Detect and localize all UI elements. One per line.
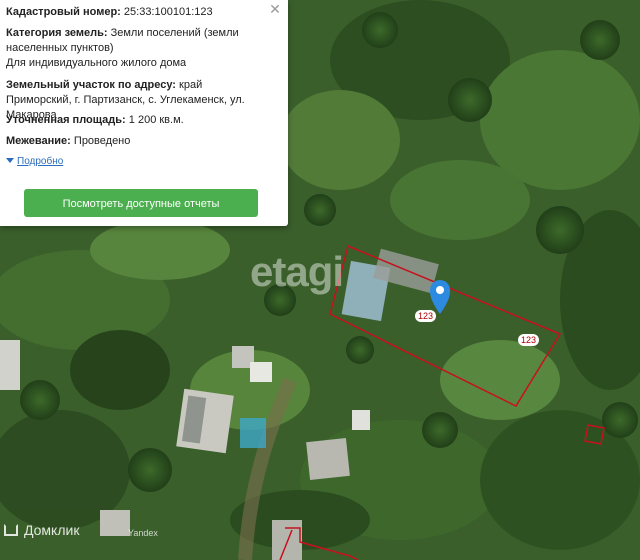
survey-row: Межевание: Проведено: [6, 134, 268, 149]
land-category-row: Категория земель: Земли поселений (земли…: [6, 26, 268, 71]
brand-name: Домклик: [24, 522, 80, 538]
more-details-label: Подробно: [17, 156, 64, 167]
parcel-label[interactable]: 123: [518, 334, 540, 346]
chevron-down-icon: [6, 158, 14, 163]
cadastral-value: 25:33:100101:123: [123, 6, 213, 18]
view-reports-button[interactable]: Посмотреть доступные отчеты: [24, 189, 258, 217]
parcel-label[interactable]: 123: [415, 310, 437, 322]
address-label: Земельный участок по адресу:: [6, 79, 176, 91]
area-label: Уточненная площадь:: [6, 114, 126, 126]
map-provider: Yandex: [128, 528, 158, 538]
area-value: 1 200 кв.м.: [128, 114, 184, 126]
house-icon: [4, 524, 18, 536]
survey-value: Проведено: [73, 135, 131, 147]
close-icon[interactable]: ✕: [268, 2, 282, 16]
watermark: etagi: [250, 248, 344, 295]
cadastral-number-row: Кадастровый номер: 25:33:100101:123: [6, 5, 268, 20]
area-row: Уточненная площадь: 1 200 кв.м.: [6, 113, 268, 128]
more-details-link[interactable]: Подробно: [6, 156, 63, 167]
category-label: Категория земель:: [6, 27, 108, 39]
cadastral-info-popup: ✕ Кадастровый номер: 25:33:100101:123 Ка…: [0, 0, 288, 226]
brand-logo: Домклик: [4, 522, 79, 538]
usage-value: Для индивидуального жилого дома: [6, 57, 187, 69]
survey-label: Межевание:: [6, 135, 71, 147]
cadastral-label: Кадастровый номер:: [6, 6, 121, 18]
